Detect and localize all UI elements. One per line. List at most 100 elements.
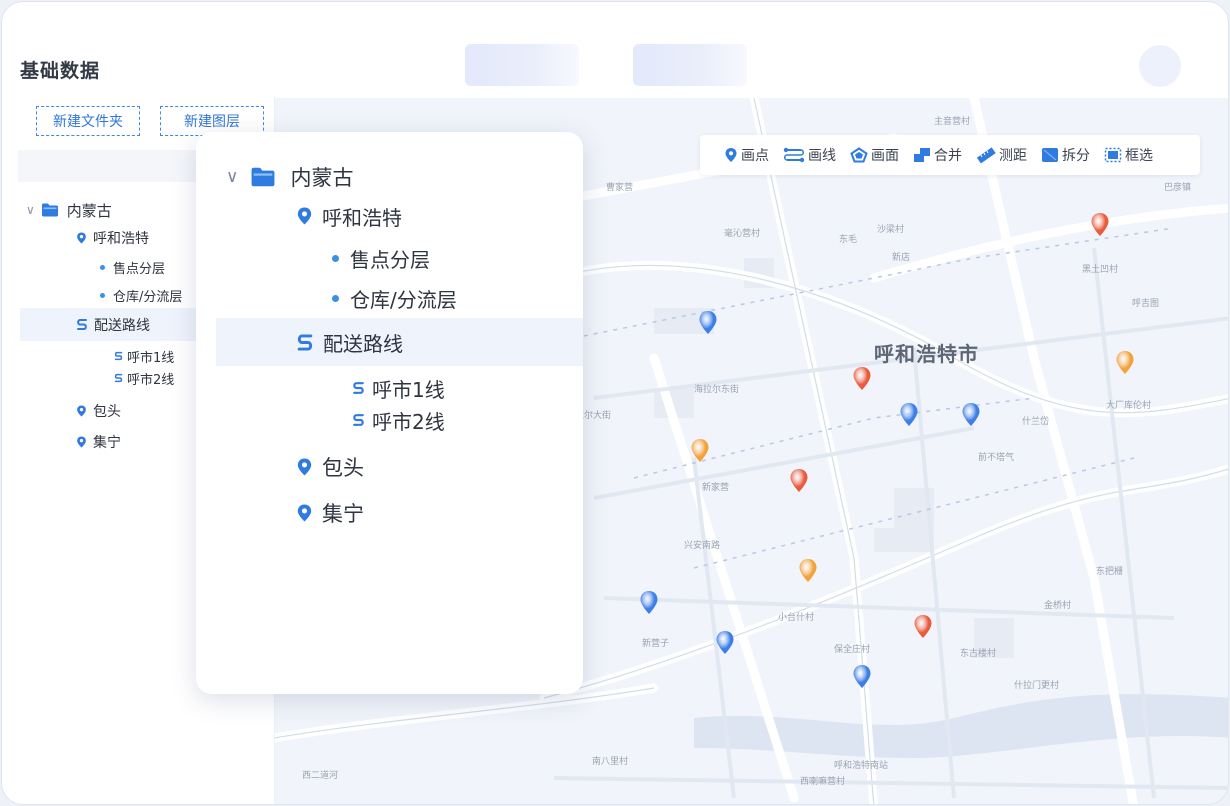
map-place-label: 海拉尔东街 <box>694 385 740 395</box>
tree-item-label: 呼市2线 <box>127 372 175 388</box>
map-marker-blue[interactable] <box>852 664 872 690</box>
draw-line-tool[interactable]: 画线 <box>783 145 836 165</box>
folder-icon <box>252 167 275 187</box>
map-marker-blue[interactable] <box>961 402 981 428</box>
tree-item-root[interactable]: ∨ 内蒙古 <box>26 200 112 220</box>
box-select-tool[interactable]: 框选 <box>1104 145 1153 165</box>
map-marker-red[interactable] <box>913 614 933 640</box>
merge-label: 合并 <box>934 148 962 164</box>
map-place-label: 兴安南路 <box>684 541 721 551</box>
map-marker-orange[interactable] <box>1115 350 1135 376</box>
map-marker-blue[interactable] <box>698 310 718 336</box>
box-select-label: 框选 <box>1125 148 1153 164</box>
chevron-down-icon: ∨ <box>26 203 35 217</box>
route-icon <box>77 319 87 330</box>
draw-polygon-label: 画面 <box>871 148 899 164</box>
map-place-label: 什拉门更村 <box>1014 681 1060 691</box>
bullet-icon <box>332 254 339 262</box>
tree-item-layer[interactable]: 仓库/分流层 <box>100 285 182 305</box>
bullet-icon <box>100 264 105 270</box>
header-tab-1[interactable] <box>465 44 579 86</box>
tree-item-label: 内蒙古 <box>66 201 112 220</box>
measure-tool[interactable]: 测距 <box>976 145 1027 165</box>
tree-item-label: 集宁 <box>93 435 121 451</box>
tree-item-city[interactable]: 呼和浩特 <box>296 202 402 230</box>
tree-item-label: 配送路线 <box>94 317 150 334</box>
tree-item-label: 集宁 <box>322 502 364 526</box>
map-place-label: 金桥村 <box>1044 601 1072 611</box>
map-place-label: 新家营 <box>702 483 730 493</box>
tree-item-layer[interactable]: 售点分层 <box>100 257 165 277</box>
map-pin-icon <box>297 458 312 476</box>
measure-label: 测距 <box>999 148 1027 164</box>
tree-item-route[interactable]: 呼市1线 <box>352 375 445 402</box>
tree-item-label: 呼市1线 <box>372 377 445 402</box>
tree-item-root[interactable]: ∨ 内蒙古 <box>226 162 353 192</box>
map-place-label: 东毛 <box>839 235 858 245</box>
map-place-label: 东把栅 <box>1096 567 1124 577</box>
header-tab-2[interactable] <box>633 44 747 86</box>
tree-item-layer[interactable]: 售点分层 <box>332 244 430 272</box>
chevron-down-icon: ∨ <box>226 167 239 187</box>
map-place-label: 南八里村 <box>592 757 629 767</box>
map-place-label: 西喇嘛营村 <box>800 777 846 787</box>
tree-item-city[interactable]: 集宁 <box>76 432 121 452</box>
map-place-label: 东古楼村 <box>960 649 997 659</box>
merge-tool[interactable]: 合并 <box>913 145 962 165</box>
map-marker-blue[interactable] <box>899 402 919 428</box>
tree-item-route[interactable]: 呼市2线 <box>352 407 445 434</box>
tree-item-city[interactable]: 包头 <box>76 401 121 421</box>
draw-polygon-tool[interactable]: 画面 <box>850 145 899 165</box>
map-toolbar: 画点 画线 画面 合并 测距 拆分 框选 <box>700 135 1200 175</box>
box-select-icon <box>1104 147 1122 163</box>
map-place-label: 大厂库伦村 <box>1106 401 1152 411</box>
map-marker-red[interactable] <box>789 468 809 494</box>
route-icon <box>353 414 364 426</box>
tree-item-label: 呼市1线 <box>127 350 175 366</box>
map-pin-icon <box>77 436 86 448</box>
map-marker-orange[interactable] <box>690 438 710 464</box>
draw-line-label: 画线 <box>808 148 836 164</box>
map-place-label: 呼吉图 <box>1132 299 1160 309</box>
tree-item-label: 包头 <box>93 404 121 420</box>
map-place-label: 新营子 <box>642 639 670 649</box>
tree-item-city[interactable]: 包头 <box>296 453 364 481</box>
tree-item-label: 呼市2线 <box>372 409 445 434</box>
map-marker-blue[interactable] <box>639 590 659 616</box>
map-pin-icon <box>297 207 312 225</box>
tree-item-label: 呼和浩特 <box>322 205 402 230</box>
map-marker-blue[interactable] <box>715 630 735 656</box>
polygon-icon <box>850 147 868 163</box>
tree-item-city[interactable]: 集宁 <box>296 499 364 527</box>
map-marker-red[interactable] <box>852 366 872 392</box>
map-place-label: 曹家营 <box>606 183 634 193</box>
page-title: 基础数据 <box>20 60 101 82</box>
split-label: 拆分 <box>1062 148 1090 164</box>
map-marker-orange[interactable] <box>798 558 818 584</box>
tree-item-label: 配送路线 <box>323 331 403 356</box>
bullet-icon <box>100 292 105 298</box>
tree-item-layer[interactable]: 仓库/分流层 <box>332 284 457 312</box>
tree-item-label: 内蒙古 <box>290 166 354 190</box>
tree-item-label: 包头 <box>322 456 364 480</box>
map-place-label: 巴彦镇 <box>1164 183 1192 193</box>
route-icon <box>297 333 313 351</box>
new-folder-button[interactable]: 新建文件夹 <box>36 106 140 136</box>
tree-item-route[interactable]: 呼市1线 <box>114 347 175 366</box>
map-place-label: 前不塔气 <box>978 453 1015 463</box>
draw-point-label: 画点 <box>741 148 769 164</box>
tree-item-route-group[interactable]: 配送路线 <box>216 318 583 366</box>
map-pin-icon <box>77 232 86 244</box>
map-place-label: 什兰岱 <box>1022 417 1050 427</box>
split-tool[interactable]: 拆分 <box>1041 145 1090 165</box>
route-icon <box>114 351 123 361</box>
map-marker-red[interactable] <box>1090 212 1110 238</box>
zoomed-tree-panel: ∨ 内蒙古 呼和浩特 售点分层 仓库/分流层 配送路线 呼市1线 呼市2线 包头… <box>196 132 583 694</box>
draw-point-tool[interactable]: 画点 <box>724 145 769 165</box>
tree-item-label: 仓库/分流层 <box>350 287 457 312</box>
avatar[interactable] <box>1139 45 1181 87</box>
bullet-icon <box>332 294 339 302</box>
tree-item-city[interactable]: 呼和浩特 <box>76 228 149 248</box>
tree-item-route[interactable]: 呼市2线 <box>114 369 175 388</box>
map-place-label: 小台什村 <box>778 613 815 623</box>
